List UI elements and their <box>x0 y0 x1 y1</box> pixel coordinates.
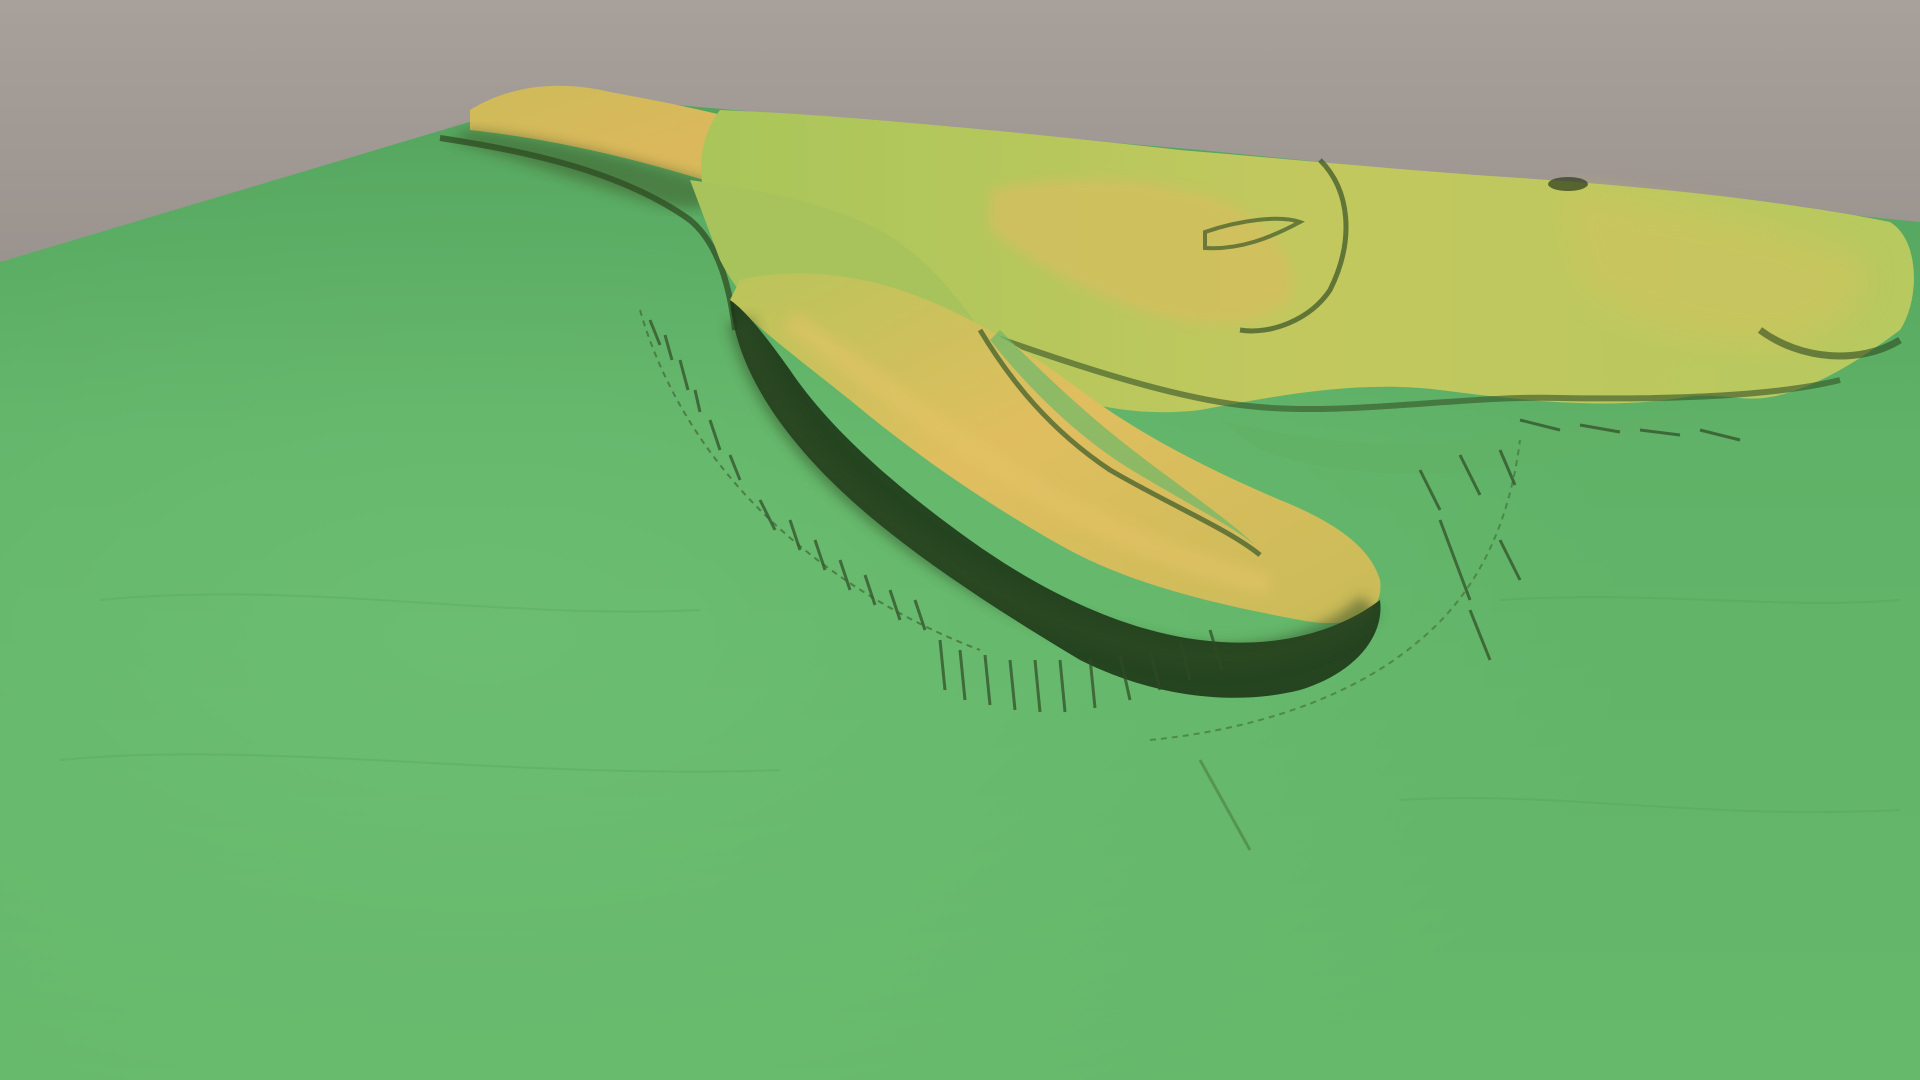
3d-viewer-canvas[interactable] <box>0 0 1920 1080</box>
hilltop-pit <box>1548 177 1588 191</box>
terrain-relief-model[interactable] <box>0 0 1920 1080</box>
